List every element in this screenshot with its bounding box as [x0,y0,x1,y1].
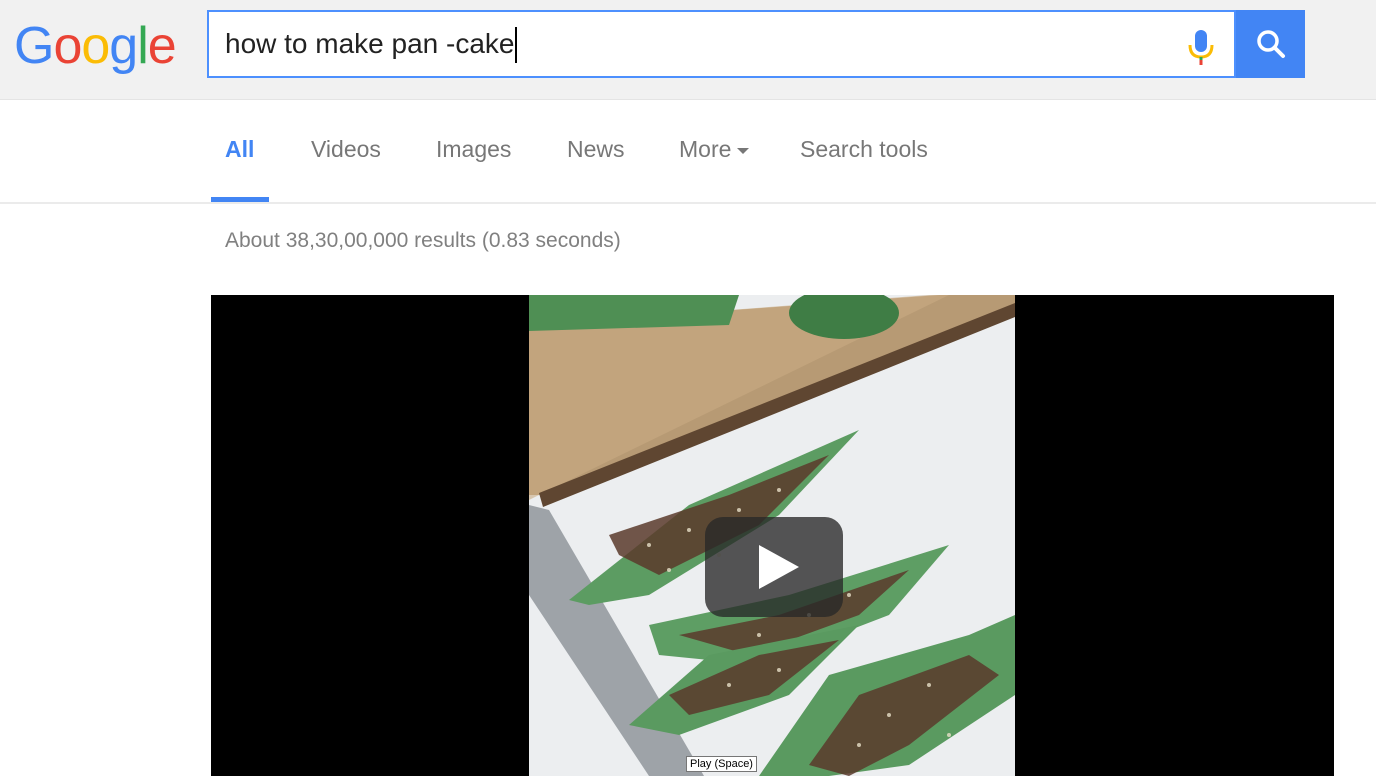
play-icon [759,545,799,589]
logo-letter-g: G [14,17,54,75]
chevron-down-icon [737,147,750,154]
result-stats: About 38,30,00,000 results (0.83 seconds… [225,229,621,252]
logo-letter-o2: o [81,17,110,75]
play-button[interactable] [705,517,843,617]
search-button[interactable] [1236,10,1305,78]
tab-search-tools[interactable]: Search tools [800,136,928,163]
play-tooltip: Play (Space) [686,756,757,772]
logo-letter-l: l [137,17,149,75]
microphone-icon[interactable] [1183,24,1219,68]
logo-letter-o1: o [53,17,82,75]
google-logo[interactable]: Google [14,14,177,78]
tab-images[interactable]: Images [436,136,511,163]
header-bar: Google [0,0,1376,100]
tab-all[interactable]: All [225,136,254,163]
text-cursor [515,27,517,63]
search-box[interactable] [207,10,1236,78]
logo-letter-g2: g [109,17,138,75]
video-player[interactable] [211,295,1334,776]
search-input[interactable] [225,22,1165,66]
tab-videos[interactable]: Videos [311,136,381,163]
tab-more[interactable]: More [679,136,750,163]
tab-more-label: More [679,136,732,162]
search-icon [1257,30,1285,58]
active-tab-indicator [211,197,269,202]
search-tabs: All Videos Images News More Search tools [0,100,1376,204]
logo-letter-e: e [147,17,177,75]
tab-news[interactable]: News [567,136,625,163]
